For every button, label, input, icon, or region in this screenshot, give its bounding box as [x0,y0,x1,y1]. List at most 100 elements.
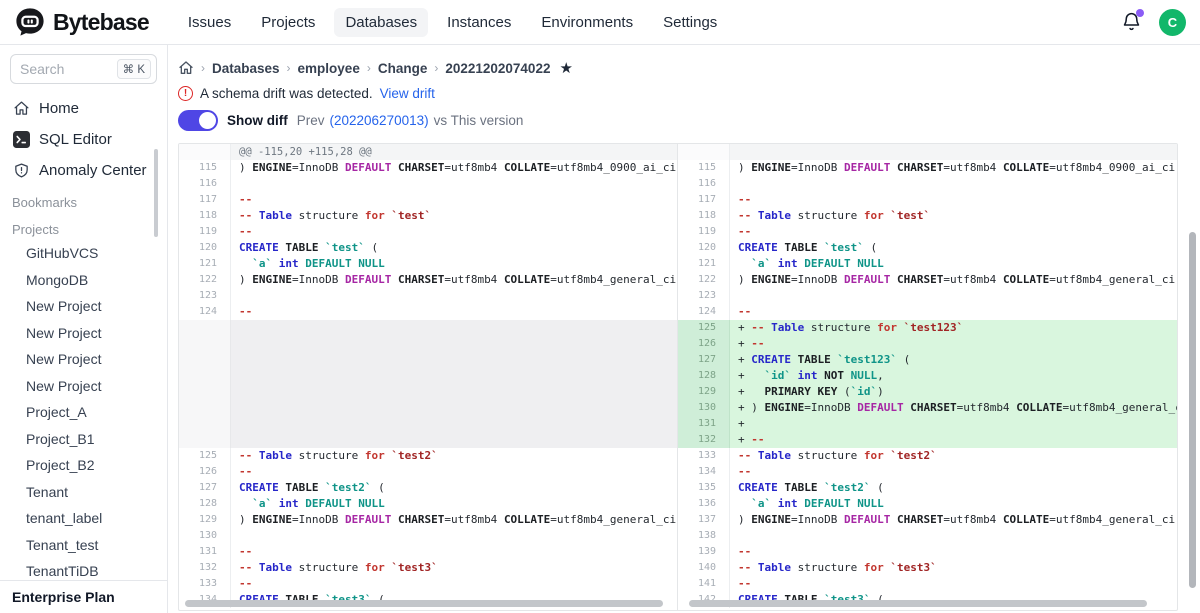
vs-label: vs This version [434,113,524,128]
schema-drift-alert: ! A schema drift was detected. View drif… [178,86,1200,101]
nav-item-issues[interactable]: Issues [177,8,242,37]
line-number: 129 [678,384,730,400]
diff-code-row: 116 [179,176,677,192]
diff-code-row: 124-- [678,304,1177,320]
line-number: 141 [678,576,730,592]
code-line [231,320,677,336]
code-line: + -- Table structure for `test123` [730,320,1177,336]
line-number [179,144,231,160]
line-number: 118 [678,208,730,224]
code-line: + PRIMARY KEY (`id`) [730,384,1177,400]
view-drift-link[interactable]: View drift [380,86,435,101]
code-line: -- [231,304,677,320]
breadcrumb-item[interactable]: Change [378,61,428,76]
nav-item-settings[interactable]: Settings [652,8,728,37]
diff-code-row: 120CREATE TABLE `test` ( [678,240,1177,256]
line-number: 139 [678,544,730,560]
diff-code-row: 126-- [179,464,677,480]
project-item[interactable]: Tenant [0,480,167,504]
sidebar-item-anomaly-center[interactable]: Anomaly Center [0,156,167,185]
line-number: 117 [678,192,730,208]
line-number [678,144,730,160]
sidebar: ⌘ K HomeSQL EditorAnomaly Center Bookmar… [0,45,168,613]
line-number: 115 [678,160,730,176]
code-line: CREATE TABLE `test` ( [730,240,1177,256]
avatar[interactable]: C [1159,9,1186,36]
code-line [231,336,677,352]
code-line: -- [730,192,1177,208]
project-item[interactable]: Tenant_test [0,533,167,557]
code-line: CREATE TABLE `test` ( [231,240,677,256]
breadcrumb-item[interactable]: employee [298,61,360,76]
alert-text: A schema drift was detected. [200,86,373,101]
code-line: -- [730,464,1177,480]
line-number: 131 [678,416,730,432]
code-line: -- [730,544,1177,560]
notifications-button[interactable] [1121,11,1143,33]
search-box[interactable]: ⌘ K [10,54,157,84]
project-item[interactable]: Project_B2 [0,453,167,477]
page-vertical-scrollbar[interactable] [1189,232,1196,588]
sidebar-item-sql-editor[interactable]: SQL Editor [0,125,167,154]
code-line [730,176,1177,192]
code-line: + `id` int NOT NULL, [730,368,1177,384]
breadcrumb-separator: › [434,61,438,75]
project-item[interactable]: MongoDB [0,268,167,292]
code-line: + ) ENGINE=InnoDB DEFAULT CHARSET=utf8mb… [730,400,1177,416]
sidebar-item-home[interactable]: Home [0,94,167,123]
right-horizontal-scrollbar[interactable] [689,600,1147,607]
diff-code-row: 120CREATE TABLE `test` ( [179,240,677,256]
code-line: ) ENGINE=InnoDB DEFAULT CHARSET=utf8mb4 … [730,272,1177,288]
code-line: ) ENGINE=InnoDB DEFAULT CHARSET=utf8mb4 … [231,160,677,176]
code-line: -- [730,224,1177,240]
brand-logo[interactable]: Bytebase [14,6,149,38]
breadcrumb-item[interactable]: 20221202074022 [445,61,550,76]
favorite-star-icon[interactable]: ★ [559,59,572,77]
breadcrumb-item[interactable]: Databases [212,61,280,76]
project-item[interactable]: New Project [0,294,167,318]
code-line: `a` int DEFAULT NULL [231,496,677,512]
diff-code-row: 131-- [179,544,677,560]
code-line: -- [231,544,677,560]
project-item[interactable]: Project_A [0,400,167,424]
project-item[interactable]: New Project [0,374,167,398]
project-item[interactable]: New Project [0,321,167,345]
breadcrumb-items: ›Databases›employee›Change›2022120207402… [201,61,550,76]
nav-item-environments[interactable]: Environments [530,8,644,37]
diff-code-row: 118-- Table structure for `test` [678,208,1177,224]
code-line [231,384,677,400]
projects-section-label: Projects [0,214,167,241]
terminal-icon [12,131,30,148]
diff-code-row: 130 [179,528,677,544]
project-item[interactable]: GitHubVCS [0,241,167,265]
code-line: `a` int DEFAULT NULL [730,256,1177,272]
nav-item-instances[interactable]: Instances [436,8,522,37]
prev-version-link[interactable]: (202206270013) [330,113,429,128]
home-icon[interactable] [178,60,194,76]
search-input[interactable] [20,61,106,77]
diff-code-row: 140-- Table structure for `test3` [678,560,1177,576]
line-number: 134 [678,464,730,480]
line-number: 128 [179,496,231,512]
show-diff-toggle[interactable] [178,110,218,131]
sidebar-scrollbar[interactable] [154,149,158,237]
line-number: 138 [678,528,730,544]
code-line: -- Table structure for `test3` [730,560,1177,576]
line-number: 119 [678,224,730,240]
diff-code-row: 141-- [678,576,1177,592]
code-line: ) ENGINE=InnoDB DEFAULT CHARSET=utf8mb4 … [231,512,677,528]
diff-code-row: 115) ENGINE=InnoDB DEFAULT CHARSET=utf8m… [179,160,677,176]
diff-code-row: 124-- [179,304,677,320]
line-number: 132 [179,560,231,576]
nav-item-databases[interactable]: Databases [334,8,428,37]
project-item[interactable]: Project_B1 [0,427,167,451]
project-item[interactable]: tenant_label [0,506,167,530]
left-horizontal-scrollbar[interactable] [185,600,663,607]
code-line: + CREATE TABLE `test123` ( [730,352,1177,368]
bookmarks-section-label: Bookmarks [0,187,167,214]
code-line: -- Table structure for `test2` [231,448,677,464]
nav-item-projects[interactable]: Projects [250,8,326,37]
line-number: 120 [179,240,231,256]
project-item[interactable]: New Project [0,347,167,371]
line-number: 136 [678,496,730,512]
